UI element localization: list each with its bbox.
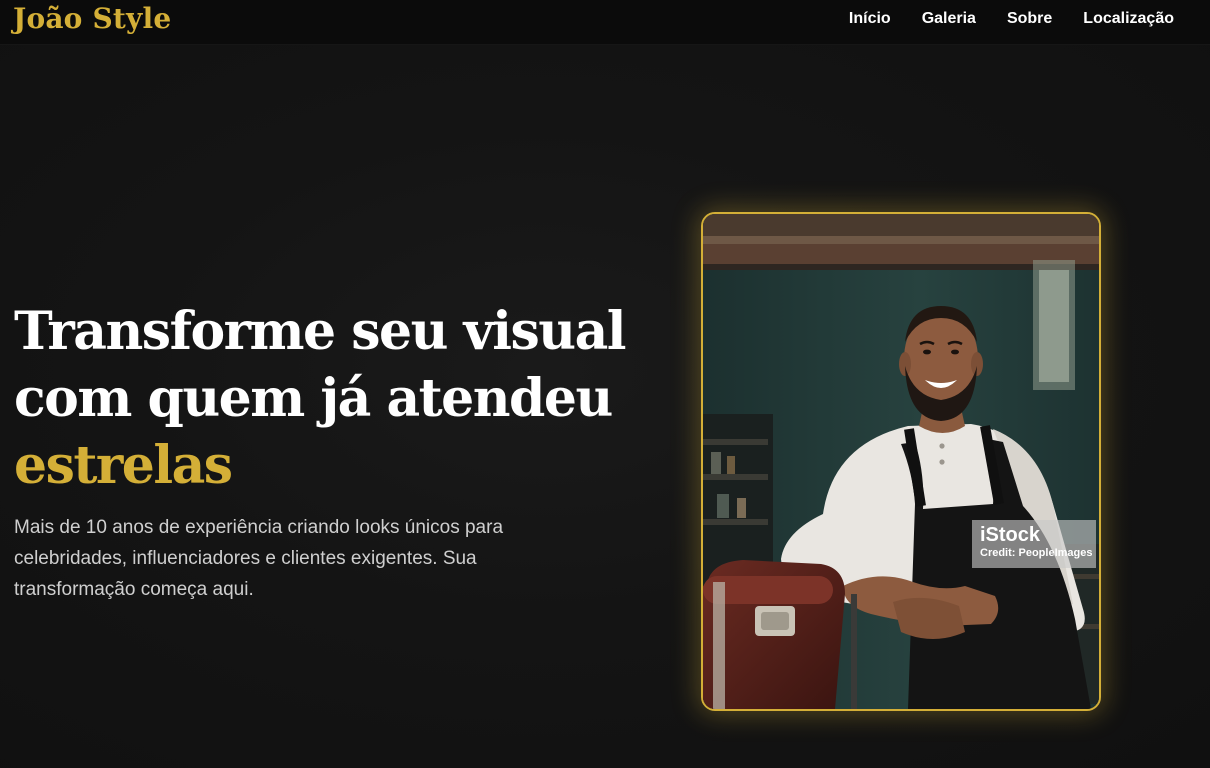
main-nav: Início Galeria Sobre Localização (849, 9, 1174, 29)
brand-logo[interactable]: João Style (13, 2, 171, 35)
top-navbar: João Style Início Galeria Sobre Localiza… (0, 0, 1210, 45)
nav-link-localizacao[interactable]: Localização (1083, 9, 1174, 29)
nav-link-inicio[interactable]: Início (849, 9, 891, 29)
hero-headline-accent: estrelas (14, 435, 233, 496)
watermark-brand: iStock (980, 524, 1041, 546)
barber-photo: iStock Credit: PeopleImages (701, 212, 1101, 711)
barber-photo-illustration (703, 214, 1099, 709)
hero-headline: Transforme seu visual com quem já atende… (14, 298, 634, 499)
nav-link-sobre[interactable]: Sobre (1007, 9, 1052, 29)
watermark-credit: Credit: PeopleImages (980, 547, 1093, 559)
hero-description: Mais de 10 anos de experiência criando l… (14, 517, 504, 600)
hero-section: Transforme seu visual com quem já atende… (0, 45, 1210, 768)
istock-watermark: iStock Credit: PeopleImages (972, 520, 1096, 568)
nav-link-galeria[interactable]: Galeria (922, 9, 976, 29)
hero-headline-main: Transforme seu visual com quem já atende… (14, 301, 627, 429)
